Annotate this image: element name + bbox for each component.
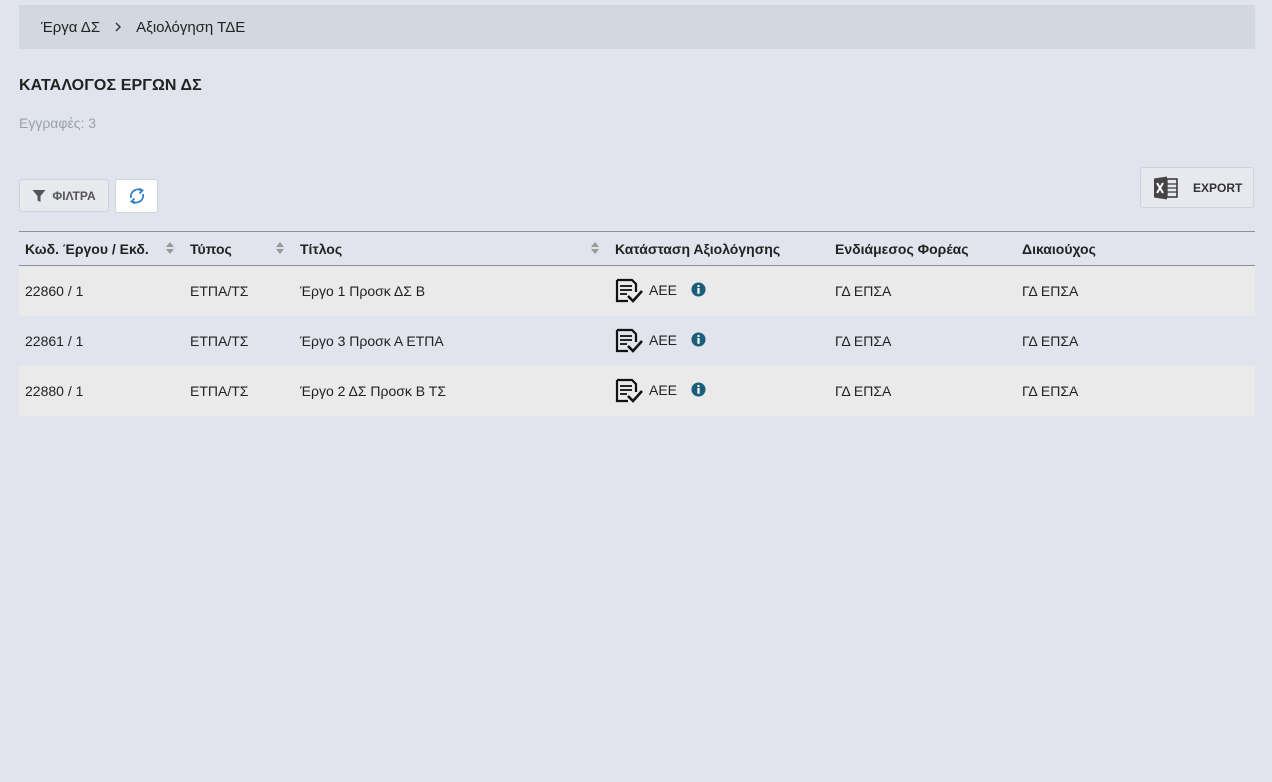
- column-header-status: Κατάσταση Αξιολόγησης: [609, 231, 829, 266]
- projects-table: Κωδ. Έργου / Εκδ. Τύπος Τίτλος Κατάσταση…: [19, 231, 1255, 416]
- column-header-beneficiary: Δικαιούχος: [1016, 231, 1255, 266]
- status-label: ΑΕΕ: [649, 332, 678, 348]
- table-header-row: Κωδ. Έργου / Εκδ. Τύπος Τίτλος Κατάσταση…: [19, 231, 1255, 266]
- column-header-label: Ενδιάμεσος Φορέας: [835, 240, 969, 257]
- cell-beneficiary: ΓΔ ΕΠΣΑ: [1016, 265, 1255, 316]
- cell-beneficiary: ΓΔ ΕΠΣΑ: [1016, 316, 1255, 366]
- column-header-code[interactable]: Κωδ. Έργου / Εκδ.: [19, 231, 184, 266]
- cell-status: ΑΕΕ: [609, 366, 829, 416]
- column-header-type[interactable]: Τύπος: [184, 231, 294, 266]
- status-label: ΑΕΕ: [649, 282, 678, 298]
- evaluation-document-icon: [615, 378, 643, 404]
- info-icon[interactable]: [691, 381, 706, 397]
- status-label: ΑΕΕ: [649, 382, 678, 398]
- cell-type: ΕΤΠΑ/ΤΣ: [184, 265, 294, 316]
- record-count: Εγγραφές: 3: [19, 115, 97, 131]
- refresh-button[interactable]: [115, 179, 158, 213]
- excel-icon: [1153, 176, 1179, 200]
- cell-code: 22860 / 1: [19, 265, 184, 316]
- column-header-intermediate: Ενδιάμεσος Φορέας: [829, 231, 1016, 266]
- cell-intermediate: ΓΔ ΕΠΣΑ: [829, 265, 1016, 316]
- column-header-label: Κωδ. Έργου / Εκδ.: [25, 240, 149, 257]
- column-header-label: Τίτλος: [300, 240, 343, 257]
- sort-icon[interactable]: [166, 241, 174, 257]
- breadcrumb-item-erga[interactable]: Έργα ΔΣ: [41, 19, 100, 36]
- table-row[interactable]: 22880 / 1 ΕΤΠΑ/ΤΣ Έργο 2 ΔΣ Προσκ Β ΤΣ Α…: [19, 366, 1255, 416]
- breadcrumb-item-current: Αξιολόγηση ΤΔΕ: [136, 18, 246, 36]
- cell-status: ΑΕΕ: [609, 316, 829, 366]
- cell-intermediate: ΓΔ ΕΠΣΑ: [829, 316, 1016, 366]
- info-icon[interactable]: [691, 331, 706, 347]
- export-label: EXPORT: [1193, 180, 1243, 195]
- filters-button[interactable]: ΦΙΛΤΡΑ: [19, 179, 109, 212]
- table-row[interactable]: 22860 / 1 ΕΤΠΑ/ΤΣ Έργο 1 Προσκ ΔΣ Β ΑΕΕ …: [19, 265, 1255, 316]
- filter-icon: [32, 189, 46, 203]
- filters-label: ΦΙΛΤΡΑ: [52, 188, 96, 203]
- sort-icon[interactable]: [591, 241, 599, 257]
- cell-type: ΕΤΠΑ/ΤΣ: [184, 366, 294, 416]
- column-header-label: Τύπος: [190, 240, 232, 257]
- refresh-icon: [127, 186, 147, 206]
- column-header-title[interactable]: Τίτλος: [294, 231, 609, 266]
- column-header-label: Κατάσταση Αξιολόγησης: [615, 240, 781, 257]
- export-button[interactable]: EXPORT: [1140, 167, 1254, 208]
- chevron-right-icon: [114, 22, 122, 32]
- info-icon[interactable]: [691, 281, 706, 297]
- cell-title: Έργο 1 Προσκ ΔΣ Β: [294, 265, 609, 316]
- cell-type: ΕΤΠΑ/ΤΣ: [184, 316, 294, 366]
- cell-status: ΑΕΕ: [609, 265, 829, 316]
- cell-title: Έργο 3 Προσκ Α ΕΤΠΑ: [294, 316, 609, 366]
- cell-beneficiary: ΓΔ ΕΠΣΑ: [1016, 366, 1255, 416]
- cell-code: 22861 / 1: [19, 316, 184, 366]
- page-title: ΚΑΤΑΛΟΓΟΣ ΕΡΓΩΝ ΔΣ: [19, 77, 202, 94]
- cell-title: Έργο 2 ΔΣ Προσκ Β ΤΣ: [294, 366, 609, 416]
- column-header-label: Δικαιούχος: [1022, 240, 1096, 257]
- sort-icon[interactable]: [276, 241, 284, 257]
- breadcrumb: Έργα ΔΣ Αξιολόγηση ΤΔΕ: [19, 5, 1255, 49]
- evaluation-document-icon: [615, 328, 643, 354]
- evaluation-document-icon: [615, 278, 643, 304]
- cell-intermediate: ΓΔ ΕΠΣΑ: [829, 366, 1016, 416]
- table-row[interactable]: 22861 / 1 ΕΤΠΑ/ΤΣ Έργο 3 Προσκ Α ΕΤΠΑ ΑΕ…: [19, 316, 1255, 366]
- cell-code: 22880 / 1: [19, 366, 184, 416]
